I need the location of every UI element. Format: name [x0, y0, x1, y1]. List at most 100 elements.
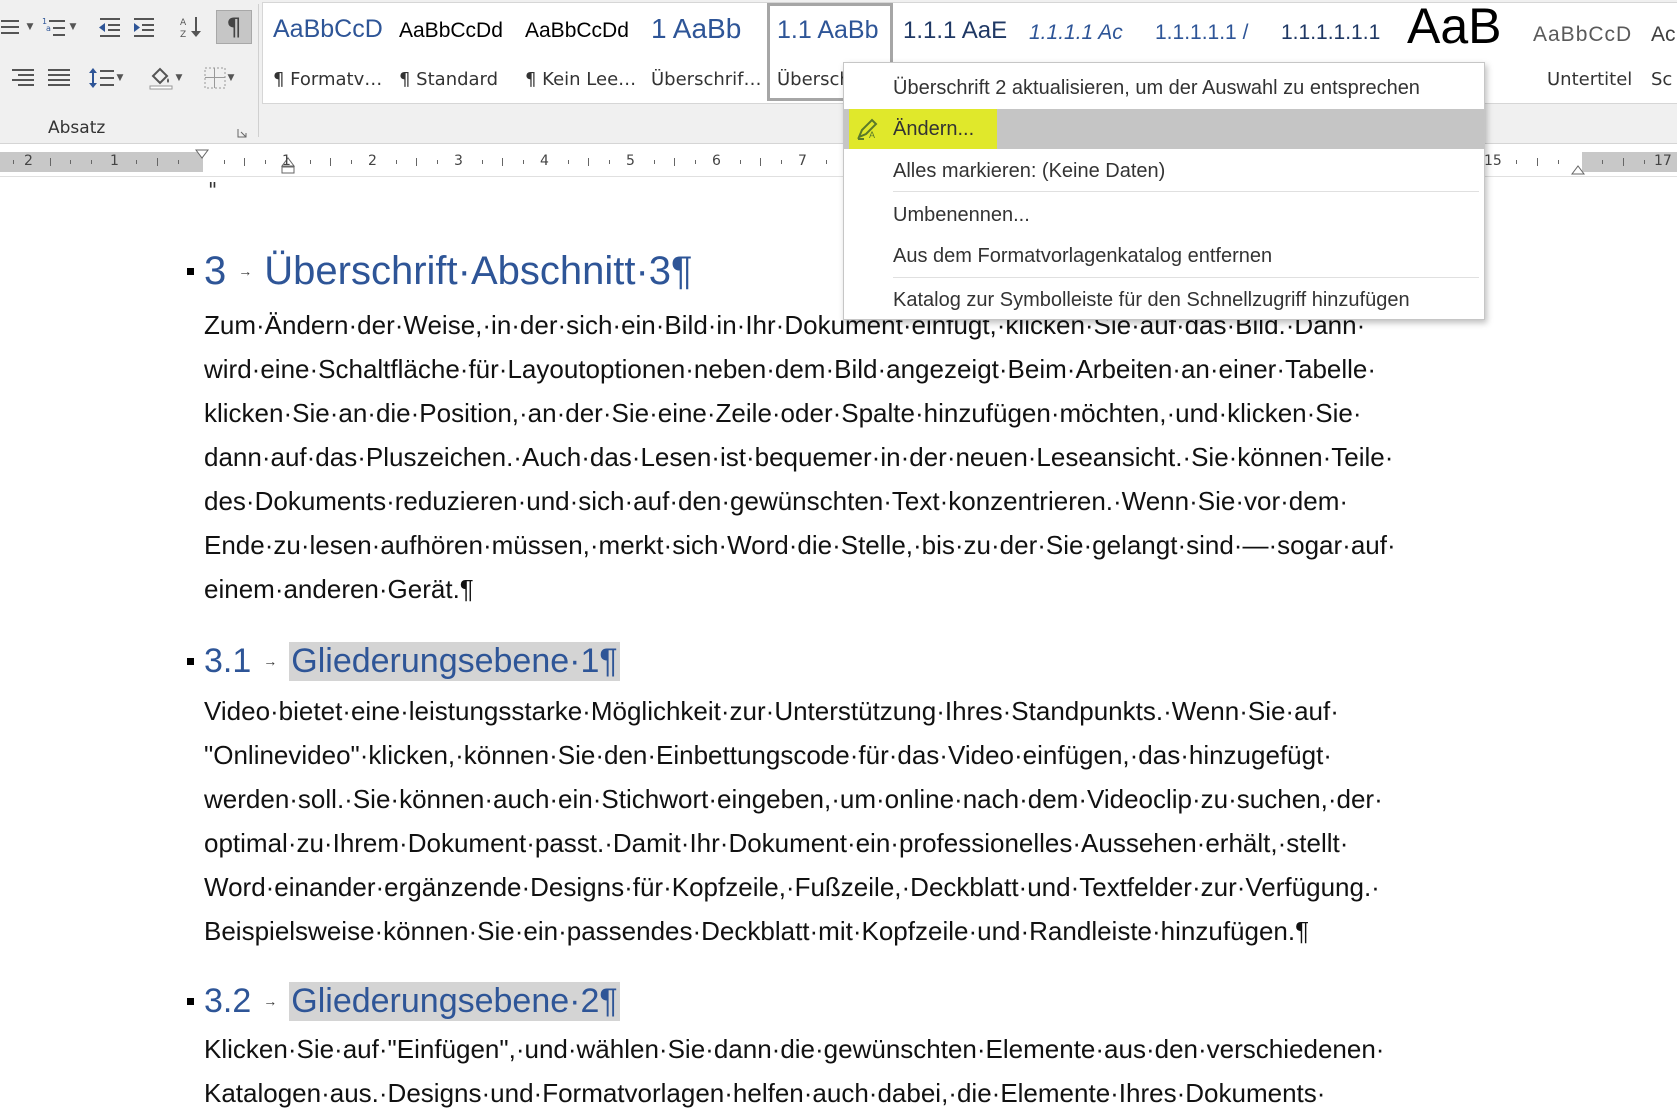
ruler-number: 2: [24, 153, 33, 169]
decrease-indent-button[interactable]: [92, 12, 126, 42]
paint-bucket-icon: [149, 67, 173, 90]
style-name: ¶ Kein Lee…: [525, 69, 637, 90]
heading-number: 3: [204, 248, 227, 293]
svg-text:a: a: [46, 24, 51, 33]
style-name: ¶ Formatv…: [273, 69, 383, 90]
menu-item-select-all[interactable]: Alles markieren: (Keine Daten): [844, 152, 1484, 190]
style-preview: 1.1.1 AaE: [903, 17, 1008, 44]
ruler-number: 4: [540, 153, 549, 169]
style-tile-schwache-hervorhebung[interactable]: Ac Sc: [1649, 3, 1677, 101]
dialog-launcher-button[interactable]: [237, 123, 247, 138]
paragraph-1[interactable]: Zum·Ändern·der·Weise,·in·der·sich·ein·Bi…: [204, 303, 1584, 611]
text-line: des·Dokuments·reduzieren·und·sich·auf·de…: [204, 486, 1349, 516]
outline-bullet-icon: [187, 657, 194, 665]
increase-indent-icon: [134, 18, 154, 37]
menu-item-remove-from-gallery[interactable]: Aus dem Formatvorlagenkatalog entfernen: [844, 237, 1484, 275]
ruler-number: 2: [368, 153, 377, 169]
text-line: dann·auf·das·Pluszeichen.·Auch·das·Lesen…: [204, 442, 1394, 472]
svg-text:A: A: [180, 18, 187, 28]
style-name: Überschrif…: [651, 69, 762, 90]
ruler-number: 5: [626, 153, 635, 169]
style-preview: AaB: [1407, 3, 1502, 54]
style-preview: 1.1.1.1.1.1: [1281, 21, 1381, 44]
line-spacing-button[interactable]: ▼: [84, 63, 128, 93]
justify-icon: [48, 69, 70, 86]
style-preview: AaBbCcDd: [525, 19, 629, 42]
style-tile-untertitel[interactable]: AaBbCcD Untertitel: [1523, 3, 1649, 101]
text-line: optimal·zu·Ihrem·Dokument·passt.·Damit·I…: [204, 828, 1349, 858]
style-tile-formatvorlage[interactable]: AaBbCcD ¶ Formatv…: [263, 3, 389, 101]
style-tile-ueberschrift-1[interactable]: 1 AaBb Überschrif…: [641, 3, 767, 101]
decrease-indent-icon: [99, 18, 120, 37]
multilevel-list-icon: 1a: [42, 17, 65, 36]
paragraph-group-label: Absatz: [48, 118, 106, 138]
svg-text:Z: Z: [180, 30, 186, 39]
increase-indent-button[interactable]: [128, 12, 162, 42]
sort-button[interactable]: AZ: [174, 12, 208, 42]
sort-icon: AZ: [180, 17, 201, 39]
menu-item-update-heading[interactable]: Überschrift 2 aktualisieren, um der Ausw…: [844, 69, 1484, 107]
heading-number: 3.2: [204, 981, 252, 1020]
menu-item-label: Katalog zur Symbolleiste für den Schnell…: [893, 288, 1410, 311]
style-preview: 1.1.1.1 Ac: [1029, 21, 1123, 44]
text-line: Video·bietet·eine·leistungsstarke·Möglic…: [204, 696, 1339, 726]
show-formatting-marks-button[interactable]: ¶: [216, 10, 252, 44]
ruler-number: 3: [454, 153, 463, 169]
text-line: Word·einander·ergänzende·Designs·für·Kop…: [204, 872, 1380, 902]
heading-text: Gliederungsebene·2¶: [289, 981, 620, 1021]
ruler-number: 6: [712, 153, 721, 169]
menu-item-label: Überschrift 2 aktualisieren, um der Ausw…: [893, 76, 1420, 99]
style-preview: AaBbCcD: [273, 15, 383, 43]
menu-item-add-to-quick-access[interactable]: Katalog zur Symbolleiste für den Schnell…: [844, 281, 1484, 319]
text-line: einem·anderen·Gerät.¶: [204, 574, 474, 604]
chevron-down-icon: ▼: [175, 73, 183, 83]
menu-separator: [893, 191, 1479, 192]
bullets-dropdown-button[interactable]: ▼: [0, 12, 34, 42]
borders-button[interactable]: ▼: [196, 63, 242, 93]
menu-item-modify[interactable]: A Ändern...: [844, 109, 1484, 149]
heading-2-second[interactable]: 3.2 → Gliederungsebene·2¶: [187, 979, 620, 1023]
style-name: ¶ Standard: [399, 69, 499, 90]
ruler-number: 17: [1654, 153, 1672, 169]
ruler-number: 1: [110, 153, 119, 169]
text-line: Klicken·Sie·auf·"Einfügen",·und·wählen·S…: [204, 1034, 1385, 1064]
modify-style-icon: A: [856, 118, 880, 146]
heading-text: Überschrift·Abschnitt·3¶: [264, 248, 693, 293]
menu-separator: [893, 277, 1479, 278]
multilevel-list-button[interactable]: 1a ▼: [38, 12, 80, 42]
menu-item-label: Alles markieren: (Keine Daten): [893, 159, 1166, 182]
style-preview: 1 AaBb: [651, 13, 742, 44]
menu-item-label: Umbenennen...: [893, 203, 1030, 226]
text-line: "Onlinevideo"·klicken,·können·Sie·den·Ei…: [204, 740, 1332, 770]
ruler-number: 7: [798, 153, 807, 169]
paragraph-2[interactable]: Video·bietet·eine·leistungsstarke·Möglic…: [204, 689, 1584, 953]
ruler-number: 1: [282, 153, 291, 169]
style-tile-standard[interactable]: AaBbCcDd ¶ Standard: [389, 3, 515, 101]
style-name: Untertitel: [1547, 69, 1633, 90]
ruler-number: 15: [1484, 153, 1502, 169]
dialog-launcher-icon: [237, 129, 247, 138]
chevron-down-icon: ▼: [69, 22, 77, 32]
style-preview: AaBbCcDd: [399, 19, 503, 42]
justify-button[interactable]: [42, 63, 76, 93]
bullets-icon: [0, 20, 19, 34]
shading-button[interactable]: ▼: [142, 63, 188, 93]
group-separator: [258, 4, 259, 137]
align-right-button[interactable]: [6, 63, 40, 93]
paragraph-3[interactable]: Klicken·Sie·auf·"Einfügen",·und·wählen·S…: [204, 1027, 1584, 1115]
text-line: werden·soll.·Sie·können·auch·ein·Stichwo…: [204, 784, 1383, 814]
outline-bullet-icon: [187, 997, 194, 1005]
heading-2-first[interactable]: 3.1 → Gliederungsebene·1¶: [187, 639, 620, 683]
style-context-menu: Überschrift 2 aktualisieren, um der Ausw…: [843, 62, 1485, 320]
style-tile-kein-leerraum[interactable]: AaBbCcDd ¶ Kein Lee…: [515, 3, 641, 101]
pilcrow-icon: ¶: [226, 13, 242, 41]
chevron-down-icon: ▼: [116, 73, 124, 83]
text-line: klicken·Sie·an·die·Position,·an·der·Sie·…: [204, 398, 1362, 428]
menu-item-rename[interactable]: Umbenennen...: [844, 196, 1484, 234]
heading-1[interactable]: 3 → Überschrift·Abschnitt·3¶: [187, 245, 693, 297]
tab-arrow-icon: →: [263, 993, 278, 1009]
style-preview: 1.1.1.1.1 /: [1155, 21, 1249, 44]
outline-bullet-icon: [187, 267, 194, 275]
text-line: wird·eine·Schaltfläche·für·Layoutoptione…: [204, 354, 1377, 384]
text-line: Katalogen·aus.·Designs·und·Formatvorlage…: [204, 1078, 1326, 1108]
